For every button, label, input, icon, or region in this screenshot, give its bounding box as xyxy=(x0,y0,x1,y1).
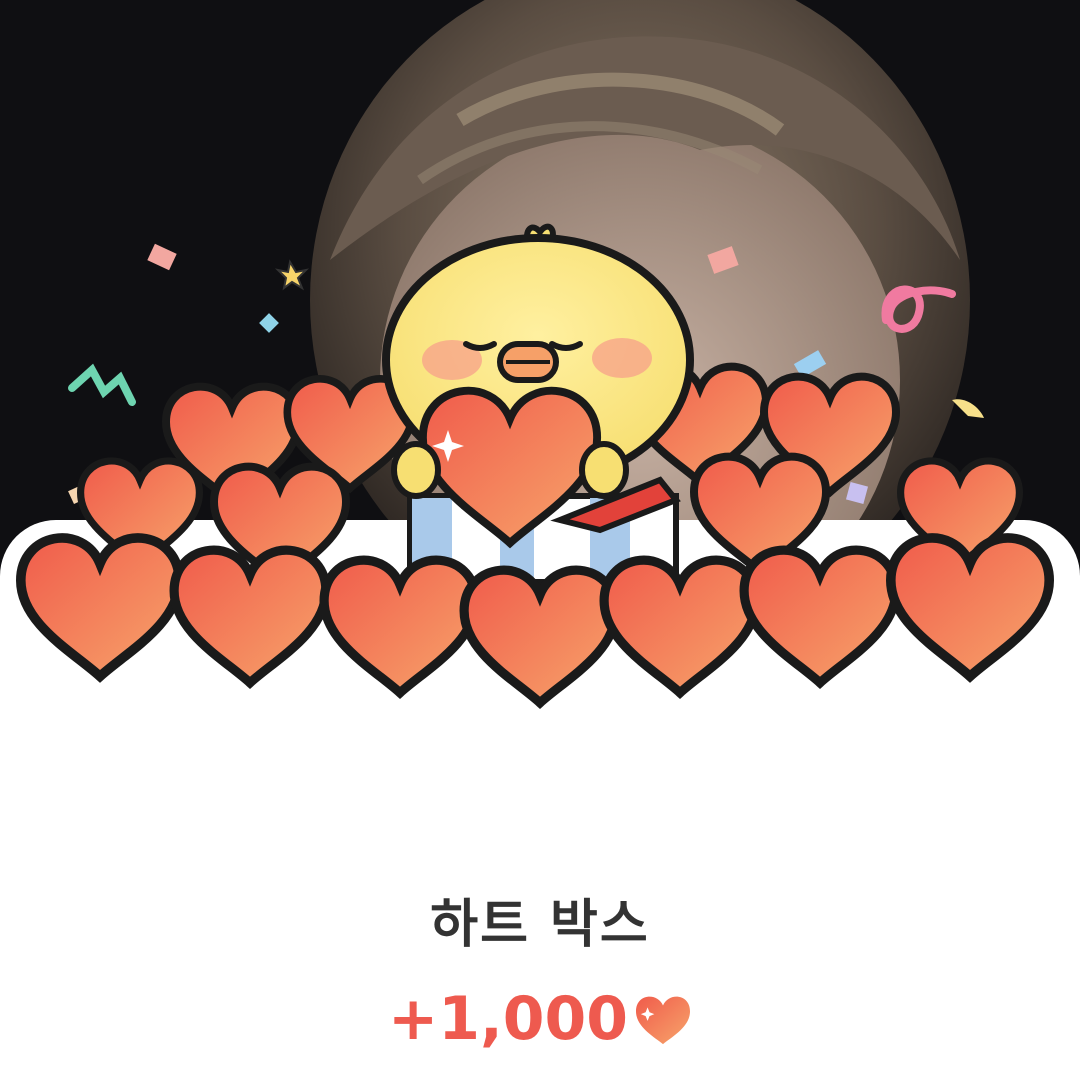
heart-icon xyxy=(636,996,691,1045)
reward-title: 하트 박스 xyxy=(430,895,650,955)
heart-box-illustration xyxy=(0,223,1080,720)
reward-amount: +1,000 xyxy=(387,984,629,1054)
reward-amount-row: +1,000 xyxy=(0,984,1080,1054)
